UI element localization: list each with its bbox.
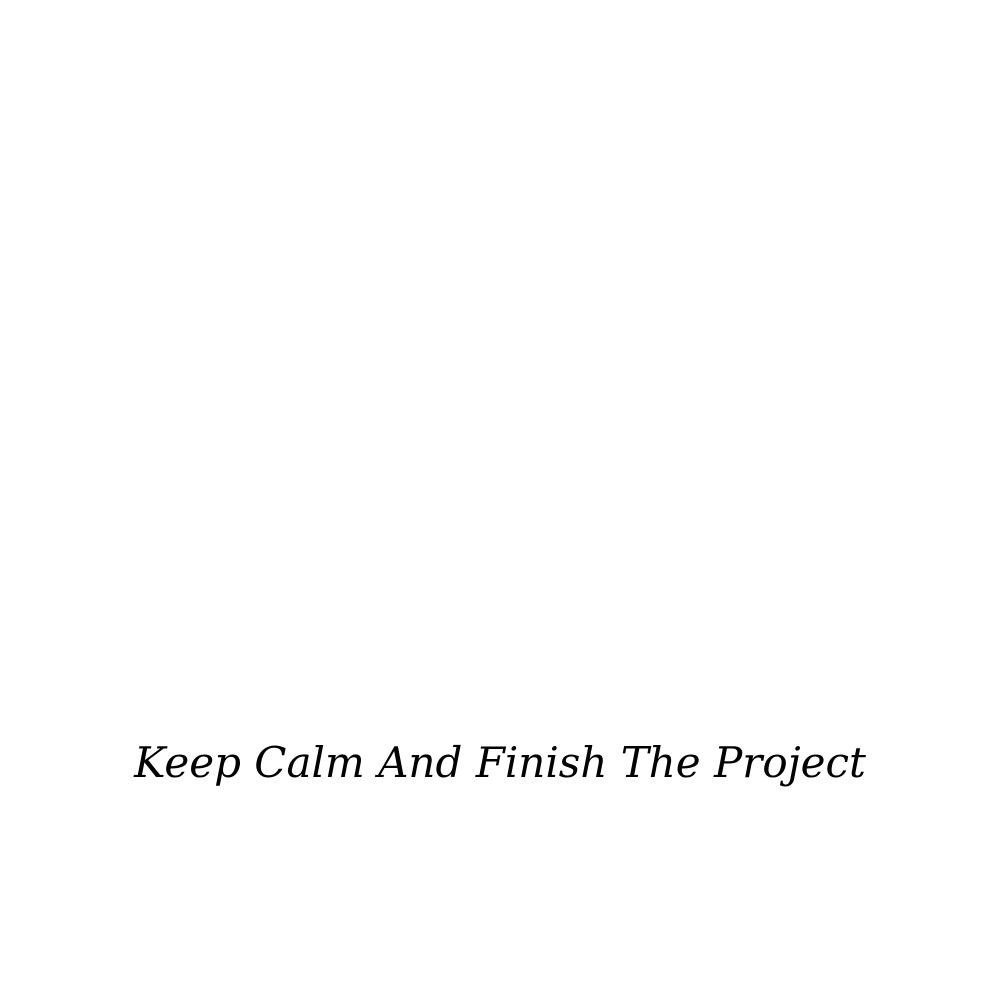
caption-text: Keep Calm And Finish The Project — [134, 738, 866, 787]
blank-canvas: Keep Calm And Finish The Project — [0, 0, 1000, 1000]
